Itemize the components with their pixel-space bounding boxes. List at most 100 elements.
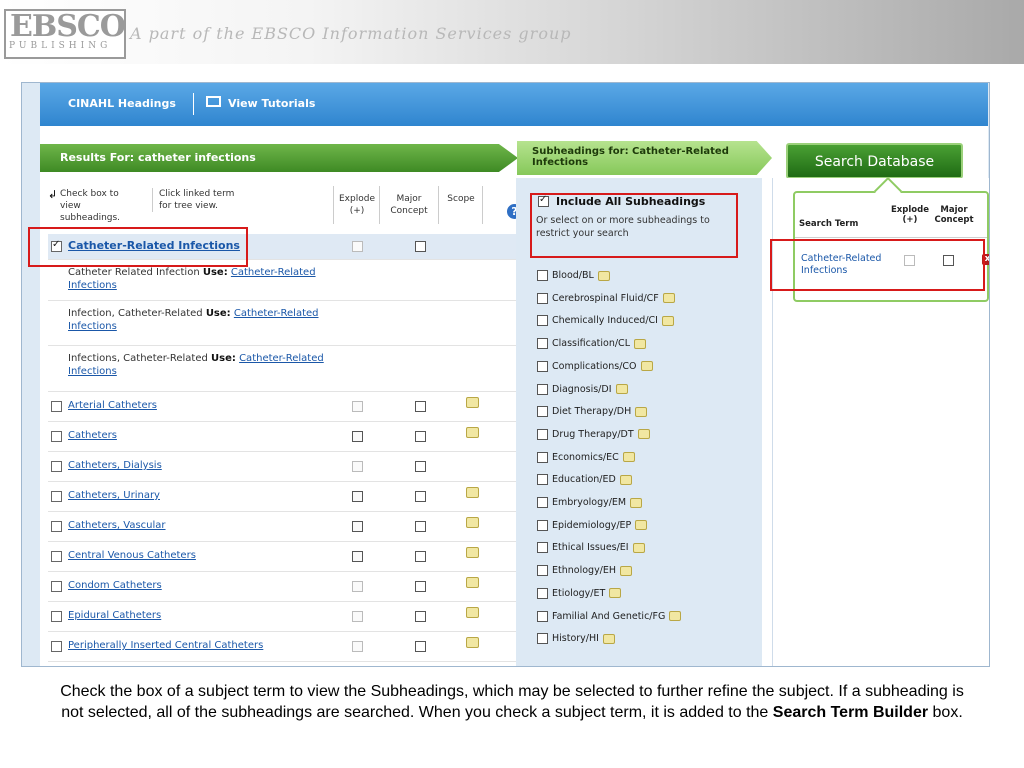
subheading-checkbox[interactable] [537,360,548,372]
explode-checkbox[interactable] [352,611,363,622]
term-link[interactable]: Catheters [68,430,117,441]
note-icon[interactable] [622,452,635,463]
subheading-checkbox[interactable] [537,519,548,531]
term-checkbox[interactable] [51,461,62,472]
term-checkbox[interactable] [51,401,62,412]
term-link[interactable]: Peripherally Inserted Central Catheters [68,640,263,651]
major-concept-checkbox[interactable] [415,551,426,562]
note-icon[interactable] [597,270,610,281]
term-link[interactable]: Catheters, Vascular [68,520,166,531]
note-icon[interactable] [620,565,633,576]
subheading-checkbox[interactable] [537,406,548,418]
note-icon[interactable] [661,315,674,326]
subheading-label: Diagnosis/DI [552,384,628,395]
scope-note-icon[interactable] [466,547,479,558]
header-divider [438,186,439,224]
hint-checkbox: Check box to view subheadings. [60,189,121,223]
subheading-checkbox[interactable] [537,451,548,463]
banner-tagline: A part of the EBSCO Information Services… [130,24,572,43]
view-tutorials-link[interactable]: View Tutorials [228,97,315,110]
scope-note-icon[interactable] [466,487,479,498]
subheading-checkbox[interactable] [537,383,548,395]
subheading-checkbox[interactable] [537,565,548,577]
note-icon[interactable] [635,520,648,531]
major-concept-checkbox[interactable] [415,241,426,252]
note-icon[interactable] [637,429,650,440]
subheading-item: Economics/EC [537,449,757,467]
explode-checkbox[interactable] [352,521,363,532]
tutorial-video-icon[interactable] [206,96,221,107]
major-concept-checkbox[interactable] [415,611,426,622]
term-link[interactable]: Epidural Catheters [68,610,161,621]
cinahl-headings-link[interactable]: CINAHL Headings [68,97,176,110]
subheading-label: Education/ED [552,474,632,485]
subheading-checkbox[interactable] [537,610,548,622]
scope-note-icon[interactable] [466,397,479,408]
scope-note-icon[interactable] [466,577,479,588]
note-icon[interactable] [662,293,675,304]
term-checkbox[interactable] [51,491,62,502]
major-concept-checkbox[interactable] [415,521,426,532]
major-concept-checkbox[interactable] [415,461,426,472]
subheading-checkbox[interactable] [537,587,548,599]
header-divider [482,186,483,224]
term-link[interactable]: Central Venous Catheters [68,550,196,561]
scope-note-icon[interactable] [466,607,479,618]
note-icon[interactable] [602,633,615,644]
scope-note-icon[interactable] [466,517,479,528]
note-icon[interactable] [630,497,643,508]
subheading-item: Drug Therapy/DT [537,426,757,444]
subheading-label: Epidemiology/EP [552,520,648,531]
subheading-name: Classification/CL [552,338,630,350]
subheading-item: Cerebrospinal Fluid/CF [537,290,757,308]
subheading-label: Diet Therapy/DH [552,406,648,417]
explode-checkbox[interactable] [352,431,363,442]
major-concept-checkbox[interactable] [415,491,426,502]
subheading-name: Economics/EC [552,451,619,463]
term-checkbox[interactable] [51,641,62,652]
explode-checkbox[interactable] [352,491,363,502]
note-icon[interactable] [619,474,632,485]
major-concept-checkbox[interactable] [415,641,426,652]
note-icon[interactable] [615,384,628,394]
explode-checkbox[interactable] [352,581,363,592]
subheading-checkbox[interactable] [537,338,548,350]
explode-checkbox[interactable] [352,401,363,412]
subheading-checkbox[interactable] [537,542,548,554]
search-database-button[interactable]: Search Database [786,143,963,179]
subheading-checkbox[interactable] [537,315,548,327]
subheading-item: Classification/CL [537,335,757,353]
subheading-checkbox[interactable] [537,497,548,508]
term-checkbox[interactable] [51,551,62,562]
explode-checkbox[interactable] [352,241,363,252]
note-icon[interactable] [609,588,622,599]
explode-checkbox[interactable] [352,551,363,562]
explode-checkbox[interactable] [352,641,363,652]
term-link[interactable]: Catheters, Dialysis [68,460,162,471]
subheading-name: Embryology/EM [552,497,627,508]
note-icon[interactable] [669,611,682,621]
subheading-label: Classification/CL [552,338,646,349]
subheading-checkbox[interactable] [537,633,548,645]
note-icon[interactable] [635,406,648,417]
term-link[interactable]: Arterial Catheters [68,400,157,411]
major-concept-checkbox[interactable] [415,401,426,412]
scope-note-icon[interactable] [466,637,479,648]
note-icon[interactable] [640,361,653,372]
explode-checkbox[interactable] [352,461,363,472]
scope-note-icon[interactable] [466,427,479,438]
major-concept-checkbox[interactable] [415,581,426,592]
subheading-checkbox[interactable] [537,428,548,440]
term-link[interactable]: Catheters, Urinary [68,490,160,501]
term-link[interactable]: Condom Catheters [68,580,162,591]
term-checkbox[interactable] [51,431,62,442]
major-concept-checkbox[interactable] [415,431,426,442]
term-checkbox[interactable] [51,521,62,532]
note-icon[interactable] [634,338,646,349]
subheading-checkbox[interactable] [537,474,548,486]
term-checkbox[interactable] [51,581,62,592]
subheading-checkbox[interactable] [537,270,548,281]
note-icon[interactable] [632,542,645,553]
term-checkbox[interactable] [51,611,62,622]
subheading-checkbox[interactable] [537,292,548,304]
